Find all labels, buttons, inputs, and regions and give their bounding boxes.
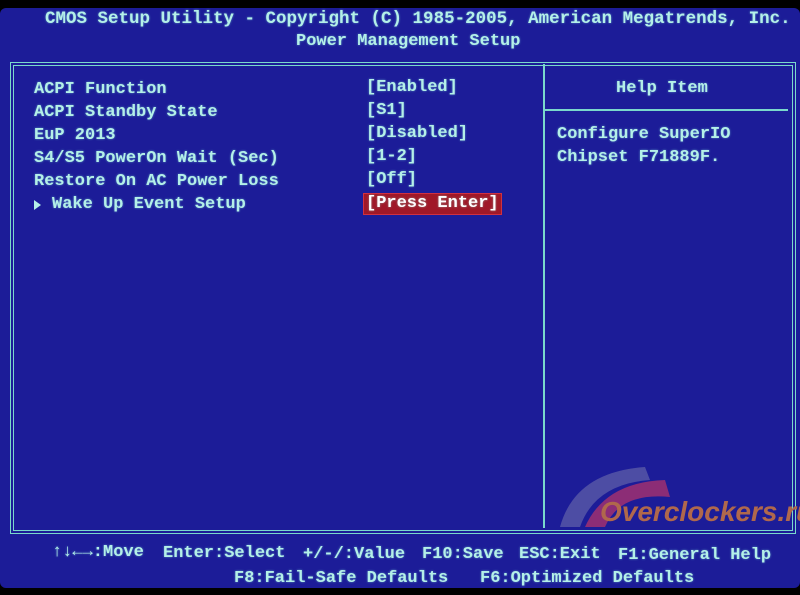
key-hint-help: F1:General Help — [618, 546, 772, 565]
key-hint-select: Enter:Select — [163, 544, 286, 563]
setting-label-s4s5-wait[interactable]: S4/S5 PowerOn Wait (Sec) — [34, 149, 279, 169]
key-hint-exit: ESC:Exit — [519, 545, 601, 564]
setting-label-wake-up[interactable]: Wake Up Event Setup — [52, 195, 246, 215]
help-line: Chipset F71889F. — [557, 148, 721, 167]
key-hint-failsafe: F8:Fail-Safe Defaults — [234, 569, 449, 588]
setting-value-wake-up[interactable]: [Press Enter] — [363, 193, 502, 215]
setting-value-acpi-function[interactable]: [Enabled] — [366, 78, 458, 98]
watermark-text: Overclockers.ru — [600, 496, 800, 527]
divider — [543, 64, 545, 528]
help-title: Help Item — [616, 79, 708, 98]
key-hint-optimized: F6:Optimized Defaults — [480, 569, 695, 588]
setting-value-restore-ac[interactable]: [Off] — [366, 170, 417, 190]
setting-value-eup[interactable]: [Disabled] — [366, 124, 468, 144]
setting-label-eup[interactable]: EuP 2013 — [34, 126, 116, 146]
setting-value-s4s5-wait[interactable]: [1-2] — [366, 147, 417, 167]
key-hint-move: ↑↓←→:Move — [52, 543, 144, 562]
setting-label-acpi-standby[interactable]: ACPI Standby State — [34, 103, 218, 123]
setting-label-restore-ac[interactable]: Restore On AC Power Loss — [34, 172, 279, 192]
help-line: Configure SuperIO — [557, 125, 731, 144]
header-title: CMOS Setup Utility - Copyright (C) 1985-… — [45, 9, 791, 29]
page-title: Power Management Setup — [296, 32, 521, 51]
divider — [545, 109, 788, 111]
submenu-arrow-icon — [34, 200, 41, 210]
setting-value-acpi-standby[interactable]: [S1] — [366, 101, 407, 121]
setting-label-acpi-function[interactable]: ACPI Function — [34, 80, 167, 100]
key-hint-save: F10:Save — [422, 545, 504, 564]
key-hint-value: +/-/:Value — [303, 545, 406, 564]
